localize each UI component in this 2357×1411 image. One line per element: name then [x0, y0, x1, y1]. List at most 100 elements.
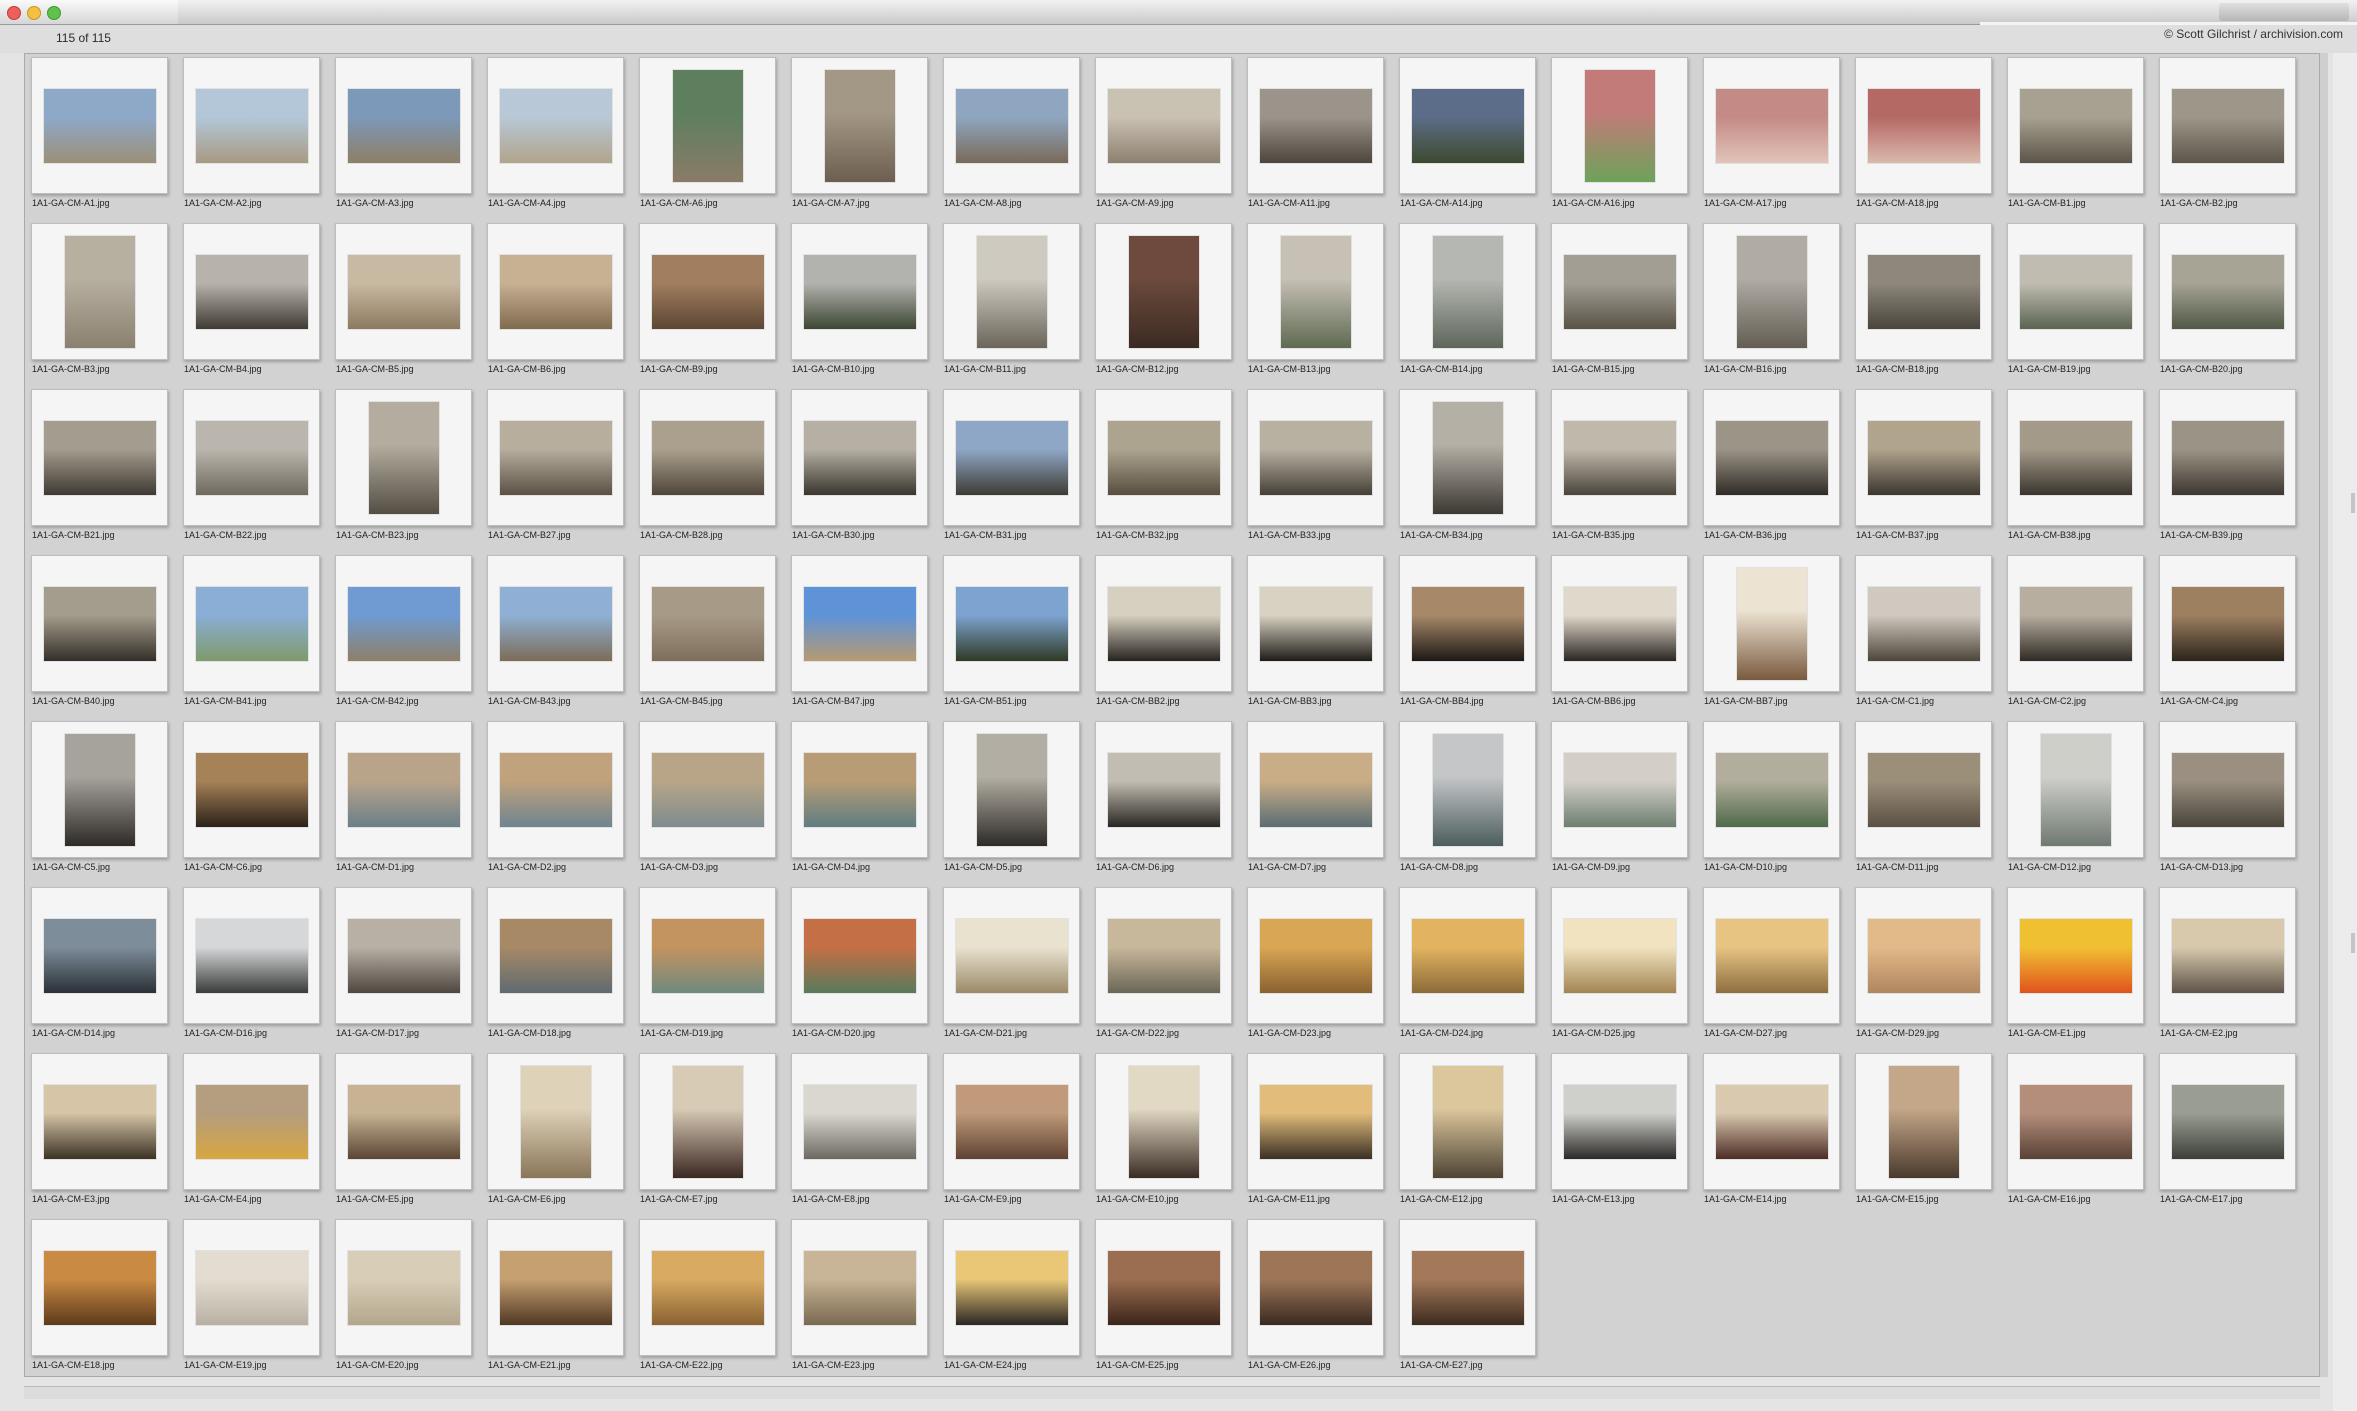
- thumbnail-image[interactable]: [2019, 88, 2132, 163]
- thumbnail-image[interactable]: [347, 586, 460, 661]
- thumbnail-image[interactable]: [2019, 1084, 2132, 1159]
- slide-mount[interactable]: [1095, 555, 1232, 692]
- thumbnail-item[interactable]: 1A1-GA-CM-B32.jpg: [1094, 389, 1233, 555]
- slide-mount[interactable]: [487, 1219, 624, 1356]
- slide-mount[interactable]: [1855, 223, 1992, 360]
- thumbnail-item[interactable]: 1A1-GA-CM-D3.jpg: [638, 721, 777, 887]
- slide-mount[interactable]: [1095, 57, 1232, 194]
- thumbnail-image[interactable]: [651, 254, 764, 329]
- slide-mount[interactable]: [487, 57, 624, 194]
- thumbnail-image[interactable]: [499, 254, 612, 329]
- slide-mount[interactable]: [1095, 721, 1232, 858]
- slide-mount[interactable]: [487, 389, 624, 526]
- thumbnail-image[interactable]: [651, 586, 764, 661]
- close-window-icon[interactable]: [7, 6, 21, 20]
- thumbnail-item[interactable]: 1A1-GA-CM-E24.jpg: [942, 1219, 1081, 1385]
- thumbnail-item[interactable]: 1A1-GA-CM-A18.jpg: [1854, 57, 1993, 223]
- slide-mount[interactable]: [639, 389, 776, 526]
- thumbnail-image[interactable]: [43, 586, 156, 661]
- thumbnail-item[interactable]: 1A1-GA-CM-E20.jpg: [334, 1219, 473, 1385]
- slide-mount[interactable]: [31, 223, 168, 360]
- thumbnail-image[interactable]: [1736, 235, 1807, 348]
- slide-mount[interactable]: [335, 555, 472, 692]
- thumbnail-item[interactable]: 1A1-GA-CM-E10.jpg: [1094, 1053, 1233, 1219]
- slide-mount[interactable]: [2007, 389, 2144, 526]
- thumbnail-item[interactable]: 1A1-GA-CM-B39.jpg: [2158, 389, 2297, 555]
- thumbnail-item[interactable]: 1A1-GA-CM-E14.jpg: [1702, 1053, 1841, 1219]
- thumbnail-image[interactable]: [1715, 918, 1828, 993]
- slide-mount[interactable]: [1703, 57, 1840, 194]
- thumbnail-image[interactable]: [347, 752, 460, 827]
- thumbnail-item[interactable]: 1A1-GA-CM-B9.jpg: [638, 223, 777, 389]
- slide-mount[interactable]: [1399, 223, 1536, 360]
- slide-mount[interactable]: [335, 887, 472, 1024]
- thumbnail-item[interactable]: 1A1-GA-CM-D9.jpg: [1550, 721, 1689, 887]
- thumbnail-item[interactable]: 1A1-GA-CM-E21.jpg: [486, 1219, 625, 1385]
- slide-mount[interactable]: [1247, 887, 1384, 1024]
- slide-mount[interactable]: [1855, 389, 1992, 526]
- thumbnail-image[interactable]: [1259, 420, 1372, 495]
- thumbnail-item[interactable]: 1A1-GA-CM-B3.jpg: [30, 223, 169, 389]
- slide-mount[interactable]: [2007, 1053, 2144, 1190]
- slide-mount[interactable]: [943, 57, 1080, 194]
- thumbnail-item[interactable]: 1A1-GA-CM-D4.jpg: [790, 721, 929, 887]
- thumbnail-image[interactable]: [955, 1250, 1068, 1325]
- thumbnail-image[interactable]: [1280, 235, 1351, 348]
- slide-mount[interactable]: [31, 555, 168, 692]
- slide-mount[interactable]: [1703, 721, 1840, 858]
- thumbnail-image[interactable]: [1107, 1250, 1220, 1325]
- thumbnail-image[interactable]: [2171, 586, 2284, 661]
- slide-mount[interactable]: [487, 887, 624, 1024]
- thumbnail-image[interactable]: [672, 1065, 743, 1178]
- thumbnail-item[interactable]: 1A1-GA-CM-A4.jpg: [486, 57, 625, 223]
- thumbnail-item[interactable]: 1A1-GA-CM-D27.jpg: [1702, 887, 1841, 1053]
- slide-mount[interactable]: [183, 721, 320, 858]
- thumbnail-item[interactable]: 1A1-GA-CM-B34.jpg: [1398, 389, 1537, 555]
- thumbnail-item[interactable]: 1A1-GA-CM-B28.jpg: [638, 389, 777, 555]
- thumbnail-item[interactable]: 1A1-GA-CM-C4.jpg: [2158, 555, 2297, 721]
- slide-mount[interactable]: [943, 389, 1080, 526]
- thumbnail-item[interactable]: 1A1-GA-CM-A2.jpg: [182, 57, 321, 223]
- slide-mount[interactable]: [791, 57, 928, 194]
- thumbnail-item[interactable]: 1A1-GA-CM-D13.jpg: [2158, 721, 2297, 887]
- thumbnail-item[interactable]: 1A1-GA-CM-E3.jpg: [30, 1053, 169, 1219]
- thumbnail-image[interactable]: [347, 88, 460, 163]
- thumbnail-image[interactable]: [1584, 69, 1655, 182]
- thumbnail-image[interactable]: [976, 733, 1047, 846]
- slide-mount[interactable]: [1247, 223, 1384, 360]
- thumbnail-item[interactable]: 1A1-GA-CM-D16.jpg: [182, 887, 321, 1053]
- thumbnail-image[interactable]: [1867, 420, 1980, 495]
- thumbnail-item[interactable]: 1A1-GA-CM-B35.jpg: [1550, 389, 1689, 555]
- thumbnail-item[interactable]: 1A1-GA-CM-B40.jpg: [30, 555, 169, 721]
- thumbnail-item[interactable]: 1A1-GA-CM-B20.jpg: [2158, 223, 2297, 389]
- slide-mount[interactable]: [335, 721, 472, 858]
- thumbnail-item[interactable]: 1A1-GA-CM-B30.jpg: [790, 389, 929, 555]
- thumbnail-item[interactable]: 1A1-GA-CM-D24.jpg: [1398, 887, 1537, 1053]
- slide-mount[interactable]: [1551, 887, 1688, 1024]
- thumbnail-item[interactable]: 1A1-GA-CM-A7.jpg: [790, 57, 929, 223]
- thumbnail-item[interactable]: 1A1-GA-CM-B36.jpg: [1702, 389, 1841, 555]
- thumbnail-image[interactable]: [1128, 235, 1199, 348]
- thumbnail-image[interactable]: [955, 586, 1068, 661]
- thumbnail-item[interactable]: 1A1-GA-CM-B33.jpg: [1246, 389, 1385, 555]
- thumbnail-image[interactable]: [347, 1250, 460, 1325]
- slide-mount[interactable]: [1399, 1219, 1536, 1356]
- slide-mount[interactable]: [639, 721, 776, 858]
- thumbnail-item[interactable]: 1A1-GA-CM-D10.jpg: [1702, 721, 1841, 887]
- thumbnail-image[interactable]: [803, 586, 916, 661]
- slide-mount[interactable]: [1247, 1219, 1384, 1356]
- slide-mount[interactable]: [2159, 887, 2296, 1024]
- thumbnail-item[interactable]: 1A1-GA-CM-E11.jpg: [1246, 1053, 1385, 1219]
- thumbnail-image[interactable]: [1259, 1250, 1372, 1325]
- thumbnail-item[interactable]: 1A1-GA-CM-D1.jpg: [334, 721, 473, 887]
- slide-mount[interactable]: [1095, 887, 1232, 1024]
- thumbnail-image[interactable]: [499, 88, 612, 163]
- thumbnail-item[interactable]: 1A1-GA-CM-D12.jpg: [2006, 721, 2145, 887]
- slide-mount[interactable]: [1703, 1053, 1840, 1190]
- thumbnail-image[interactable]: [1432, 733, 1503, 846]
- thumbnail-image[interactable]: [1432, 235, 1503, 348]
- thumbnail-item[interactable]: 1A1-GA-CM-D25.jpg: [1550, 887, 1689, 1053]
- thumbnail-image[interactable]: [1715, 1084, 1828, 1159]
- thumbnail-item[interactable]: 1A1-GA-CM-E23.jpg: [790, 1219, 929, 1385]
- thumbnail-image[interactable]: [1563, 420, 1676, 495]
